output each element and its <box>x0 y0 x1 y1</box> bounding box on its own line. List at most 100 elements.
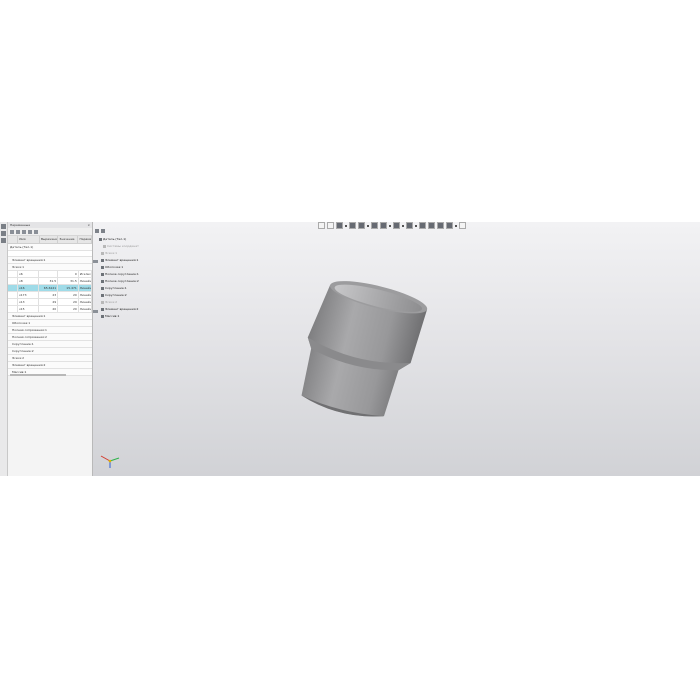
group-row[interactable]: Скругление:2 <box>8 348 92 355</box>
group-row-open[interactable]: Эскиз:1 <box>8 264 92 271</box>
add-variable-icon[interactable] <box>16 229 20 234</box>
tree-item[interactable]: Деталь (Тел-1) <box>99 236 139 243</box>
model-tree: Деталь (Тел-1) Системы координат Эскиз:1… <box>99 236 139 320</box>
section-icon[interactable] <box>393 222 400 229</box>
tree-item[interactable]: Массив:1 <box>99 313 139 320</box>
tree-item[interactable]: Оболочка:1 <box>99 264 139 271</box>
fillet-icon <box>101 280 104 283</box>
cell-name[interactable]: v6 <box>18 271 40 277</box>
panel-title: Переменные <box>10 223 31 227</box>
column-header-expression[interactable]: Выражение <box>40 236 59 243</box>
cell-name[interactable]: v13 <box>18 299 40 305</box>
cell-expression[interactable]: 20 <box>39 306 59 312</box>
rotate-icon[interactable] <box>358 222 365 229</box>
3d-model-part[interactable] <box>283 280 433 430</box>
tree-item[interactable]: Эскиз:2 <box>99 299 139 306</box>
cell-expression[interactable]: 23 <box>39 292 59 298</box>
cell-value: 15.471 <box>58 285 79 291</box>
table-row[interactable]: v15 20 20 Линейн <box>8 306 92 313</box>
zoom-fit-icon[interactable] <box>318 222 325 229</box>
refresh-icon[interactable] <box>34 229 38 234</box>
group-row[interactable]: Элемент вращения:1 <box>8 257 92 264</box>
tree-root-item[interactable]: Деталь (Тел-1) <box>8 244 92 251</box>
layers-icon[interactable] <box>437 222 444 229</box>
tree-item[interactable]: Полное скругление:2 <box>99 278 139 285</box>
revolve-icon <box>101 308 104 311</box>
group-row[interactable]: Скругление:1 <box>8 341 92 348</box>
cell-expression[interactable]: 65.6121 <box>39 285 59 291</box>
group-row[interactable]: Оболочка:1 <box>8 320 92 327</box>
view-toolbar <box>318 222 466 229</box>
chevron-down-icon[interactable] <box>389 224 391 227</box>
zoom-icon[interactable] <box>336 222 343 229</box>
cell-expression[interactable]: 31.5 <box>39 278 59 284</box>
pin-icon[interactable] <box>93 310 98 313</box>
settings-icon[interactable] <box>459 222 466 229</box>
zoom-window-icon[interactable] <box>327 222 334 229</box>
link-icon[interactable] <box>28 229 32 234</box>
panel-toolbar <box>8 228 92 236</box>
tree-item[interactable]: Скругление:1 <box>99 285 139 292</box>
chevron-down-icon[interactable] <box>415 224 417 227</box>
perspective-icon[interactable] <box>406 222 413 229</box>
sketch-icon <box>101 301 104 304</box>
3d-viewport[interactable]: Деталь (Тел-1) Системы координат Эскиз:1… <box>93 222 700 476</box>
fillet-icon <box>101 294 104 297</box>
horizontal-scrollbar[interactable] <box>10 374 66 376</box>
filter-icon[interactable] <box>446 222 453 229</box>
panel-title-bar: Переменные × <box>8 222 92 228</box>
column-header-name[interactable]: Имя <box>18 236 40 243</box>
tree-item[interactable]: Эскиз:1 <box>99 250 139 257</box>
cell-parameter: Исключ <box>79 271 92 277</box>
fillet-icon <box>101 273 104 276</box>
group-row[interactable]: Элемент вращения:1 <box>8 313 92 320</box>
cell-parameter: Линейн <box>79 299 92 305</box>
chevron-down-icon[interactable] <box>455 224 457 227</box>
table-row[interactable]: v173 23 20 Линейн <box>8 292 92 299</box>
tree-structure-icon[interactable] <box>101 229 105 233</box>
revolve-icon <box>101 259 104 262</box>
tree-item[interactable]: Системы координат <box>99 243 139 250</box>
coordinate-axes-triad <box>100 455 120 468</box>
tree-item[interactable]: Элемент вращения:1 <box>99 257 139 264</box>
table-row[interactable]: v13 29 29 Линейн <box>8 299 92 306</box>
tree-item[interactable]: Полное скругление:1 <box>99 271 139 278</box>
table-row-selected[interactable]: v16 65.6121 15.471 Линейн <box>8 285 92 292</box>
cell-expression[interactable]: 29 <box>39 299 59 305</box>
cell-name[interactable]: v8 <box>18 278 40 284</box>
table-row[interactable]: v8 31.5 31.5 Линейн <box>8 278 92 285</box>
tree-toolbar <box>95 229 105 233</box>
tree-icon[interactable] <box>1 224 6 229</box>
axes-icon <box>103 245 106 248</box>
chevron-down-icon[interactable] <box>402 224 404 227</box>
display-style-icon[interactable] <box>380 222 387 229</box>
show-icon[interactable] <box>428 222 435 229</box>
tree-filter-icon[interactable] <box>95 229 99 233</box>
cell-name[interactable]: v15 <box>18 306 40 312</box>
tree-item[interactable]: Скругление:2 <box>99 292 139 299</box>
tree-item[interactable]: Элемент вращения:2 <box>99 306 139 313</box>
group-row[interactable]: Элемент вращения:2 <box>8 362 92 369</box>
filter-icon[interactable] <box>10 229 14 234</box>
group-row[interactable]: Полная сопряжения:1 <box>8 327 92 334</box>
table-icon[interactable] <box>22 229 26 234</box>
chevron-down-icon[interactable] <box>367 224 369 227</box>
cell-name[interactable]: v173 <box>18 292 40 298</box>
column-header-parameter[interactable]: Параметр <box>78 236 92 243</box>
table-row[interactable]: v6 0 Исключ <box>8 271 92 278</box>
variables-icon[interactable] <box>1 238 6 243</box>
column-header-blank <box>8 236 19 243</box>
orientation-icon[interactable] <box>371 222 378 229</box>
properties-icon[interactable] <box>1 231 6 236</box>
close-icon[interactable]: × <box>87 222 90 228</box>
pin-icon[interactable] <box>93 260 98 263</box>
column-header-value[interactable]: Значение <box>58 236 79 243</box>
group-row[interactable]: Эскиз:2 <box>8 355 92 362</box>
hide-icon[interactable] <box>419 222 426 229</box>
cell-name[interactable]: v16 <box>18 285 40 291</box>
cell-expression[interactable] <box>39 271 59 277</box>
group-row[interactable]: Полная сопряжения:2 <box>8 334 92 341</box>
chevron-down-icon[interactable] <box>345 224 347 227</box>
cell-parameter: Линейн <box>79 285 92 291</box>
pan-icon[interactable] <box>349 222 356 229</box>
